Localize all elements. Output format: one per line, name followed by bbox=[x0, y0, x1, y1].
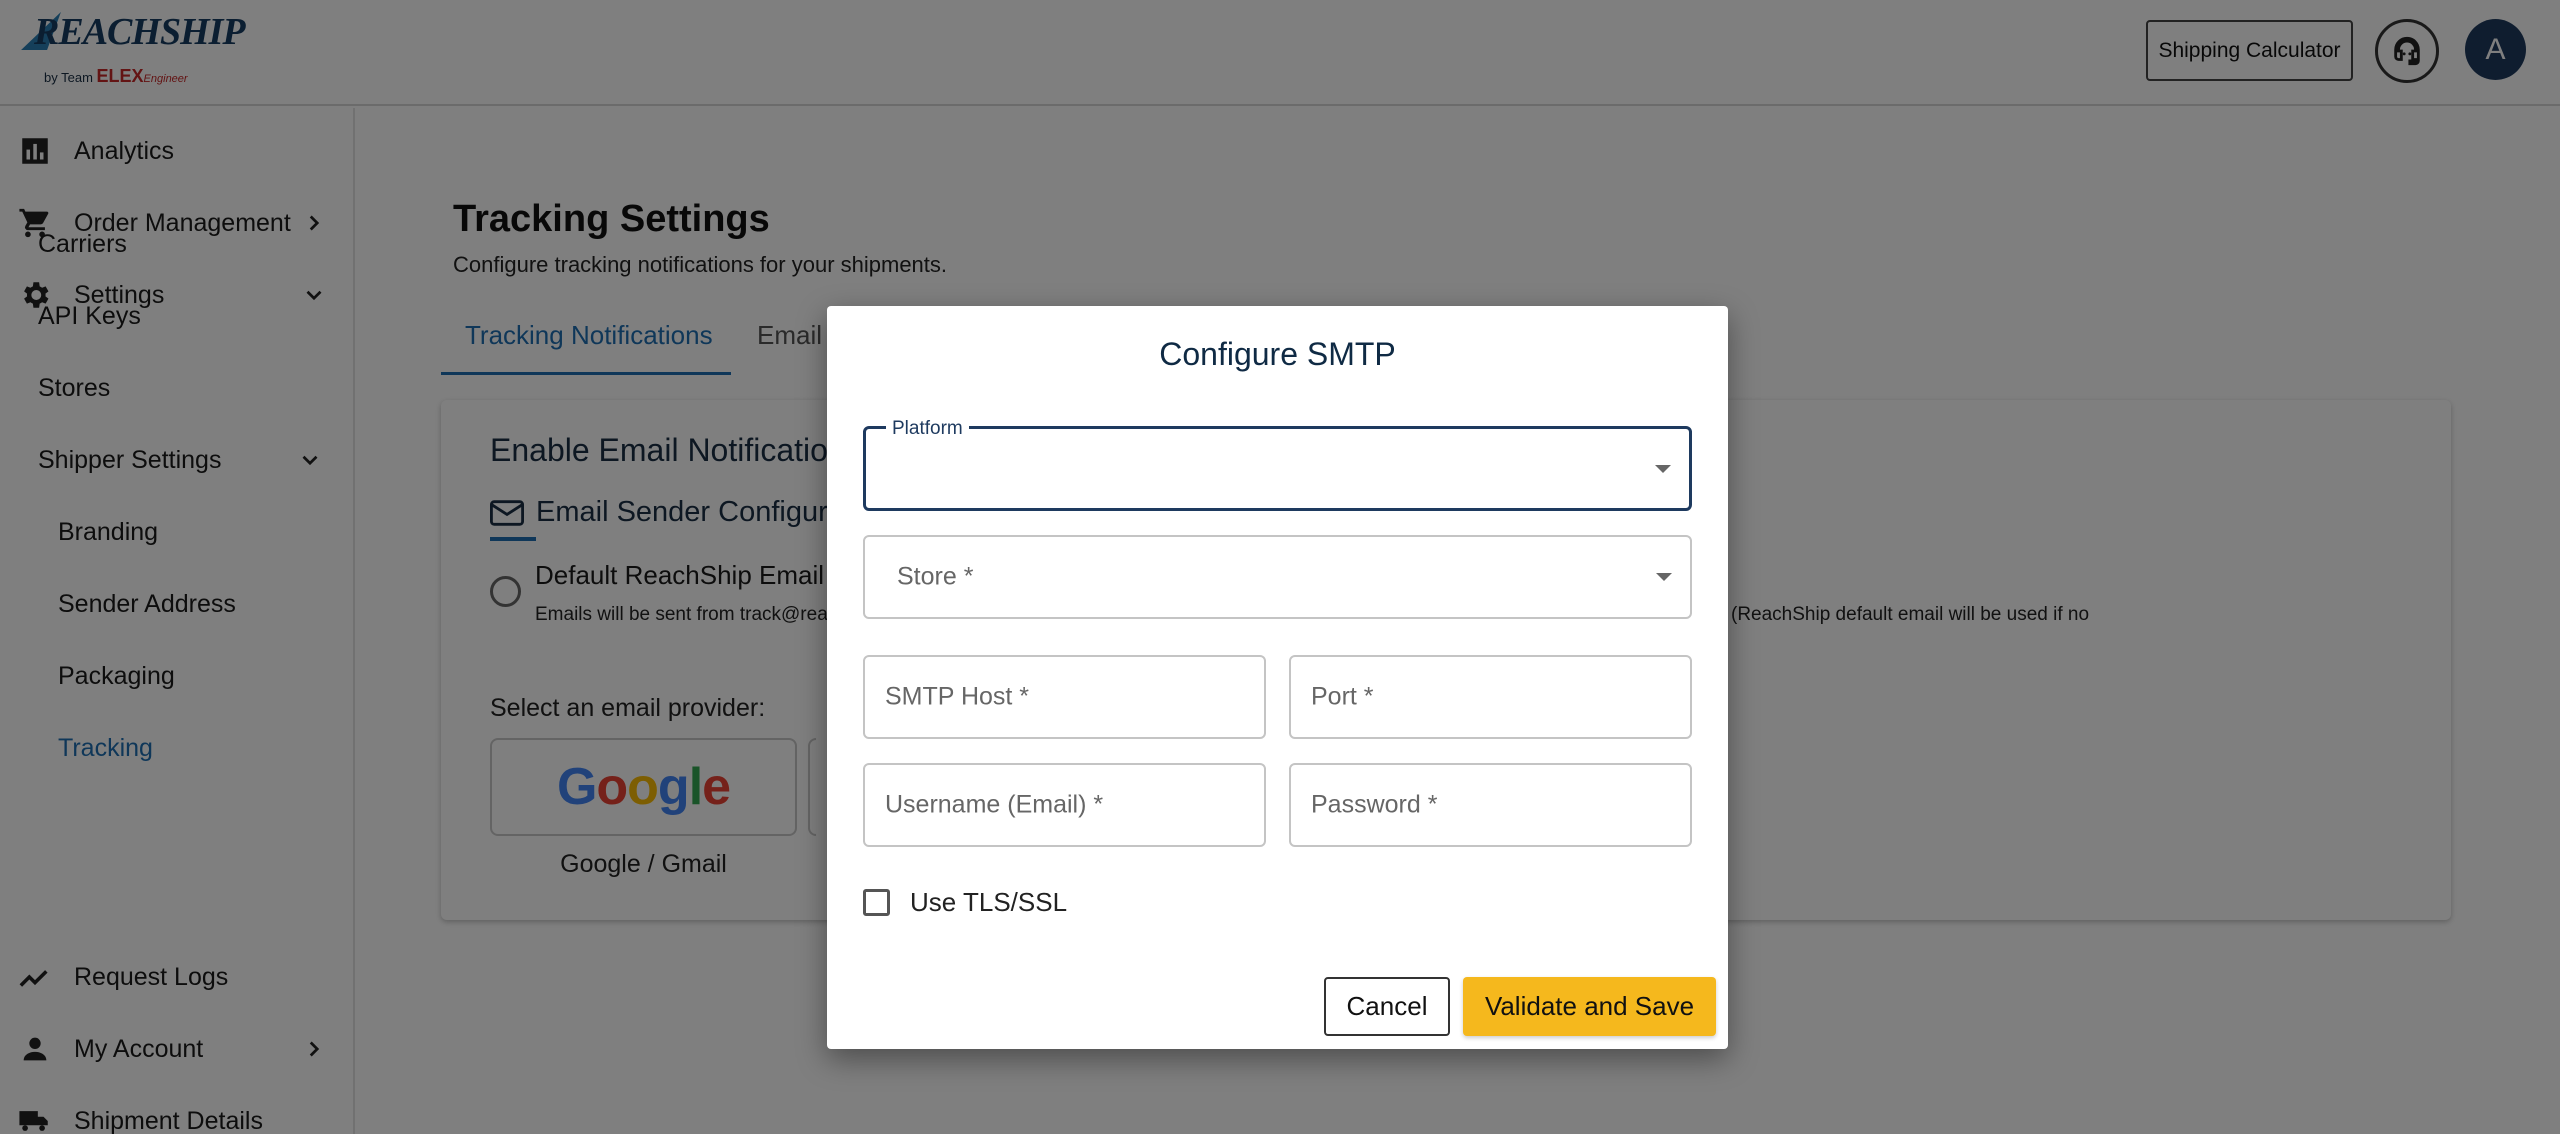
platform-select[interactable]: Platform bbox=[863, 418, 1692, 511]
tls-ssl-label[interactable]: Use TLS/SSL bbox=[910, 887, 1067, 918]
password-label: Password * bbox=[1311, 790, 1438, 819]
tls-ssl-checkbox[interactable] bbox=[863, 889, 890, 916]
chevron-down-icon bbox=[1655, 464, 1671, 473]
store-select[interactable]: Store * bbox=[863, 535, 1692, 619]
smtp-host-input[interactable]: SMTP Host * bbox=[863, 655, 1266, 739]
smtp-host-label: SMTP Host * bbox=[885, 682, 1030, 711]
username-label: Username (Email) * bbox=[885, 790, 1104, 819]
store-label: Store * bbox=[897, 562, 974, 591]
password-input[interactable]: Password * bbox=[1289, 763, 1692, 847]
dialog-title: Configure SMTP bbox=[1159, 336, 1396, 372]
username-input[interactable]: Username (Email) * bbox=[863, 763, 1266, 847]
port-input[interactable]: Port * bbox=[1289, 655, 1692, 739]
configure-smtp-dialog: Configure SMTP Platform Store * SMTP Hos… bbox=[827, 306, 1728, 1049]
port-label: Port * bbox=[1311, 682, 1374, 711]
cancel-button[interactable]: Cancel bbox=[1324, 977, 1450, 1036]
chevron-down-icon bbox=[1656, 573, 1672, 581]
validate-and-save-button[interactable]: Validate and Save bbox=[1463, 977, 1716, 1036]
platform-label: Platform bbox=[886, 418, 969, 440]
